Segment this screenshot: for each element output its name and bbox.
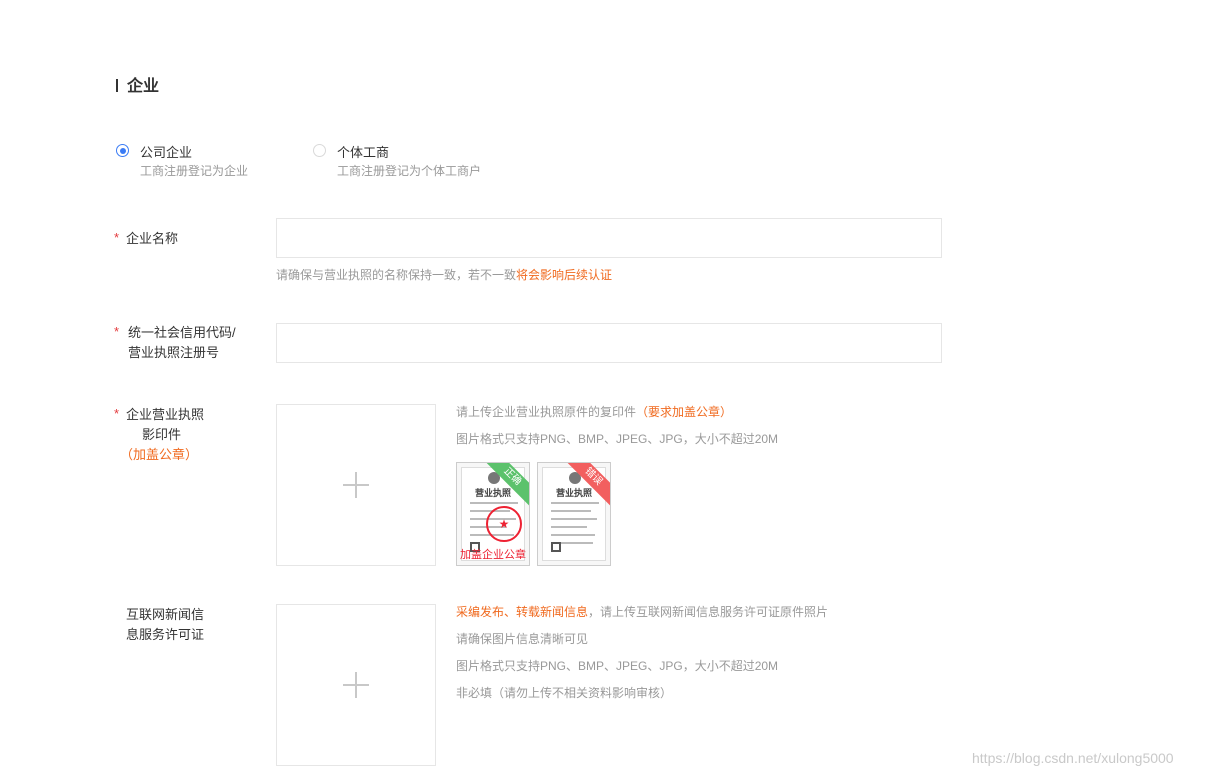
credit-code-input[interactable] [276, 323, 942, 363]
label-line: 企业营业执照 [126, 407, 205, 422]
watermark: https://blog.csdn.net/xulong5000 [972, 750, 1174, 766]
label-line: 互联网新闻信 [126, 607, 205, 622]
license-copy-label: 企业营业执照 影印件 （加盖公章） [120, 405, 216, 465]
radio-description: 工商注册登记为个体工商户 [337, 164, 482, 178]
license-upload-box[interactable] [276, 404, 436, 566]
sample-wrong-image: 营业执照 错误 [537, 462, 611, 566]
radio-label: 公司企业 [140, 145, 193, 160]
news-info-line4: 非必填（请勿上传不相关资料影响审核） [456, 686, 673, 700]
hint-warning: 将会影响后续认证 [516, 268, 613, 282]
sample-correct-image: 营业执照 ★ 正确 加盖企业公章 [456, 462, 530, 566]
news-info-line1: 采编发布、转载新闻信息，请上传互联网新闻信息服务许可证原件照片 [456, 603, 828, 620]
hint-text: 请确保与营业执照的名称保持一致，若不一致 [276, 268, 517, 282]
company-name-hint: 请确保与营业执照的名称保持一致，若不一致将会影响后续认证 [276, 266, 612, 283]
news-info-line3: 图片格式只支持PNG、BMP、JPEG、JPG，大小不超过20M [456, 659, 779, 673]
credit-code-label: 统一社会信用代码/ 营业执照注册号 [128, 323, 236, 363]
required-mark: * [114, 324, 120, 339]
radio-description: 工商注册登记为企业 [140, 164, 249, 178]
radio-label: 个体工商 [337, 145, 390, 160]
news-license-upload-box[interactable] [276, 604, 436, 766]
company-name-input[interactable] [276, 218, 942, 258]
required-mark: * [114, 230, 120, 245]
info-warning: 采编发布、转载新闻信息 [456, 605, 589, 619]
label-line: 营业执照注册号 [128, 345, 220, 360]
radio-company[interactable]: 公司企业 工商注册登记为企业 [116, 142, 276, 182]
news-info-line2: 请确保图片信息清晰可见 [456, 632, 589, 646]
radio-individual[interactable]: 个体工商 工商注册登记为个体工商户 [313, 142, 503, 182]
sample-caption: 加盖企业公章 [460, 549, 526, 561]
qr-code-icon [551, 542, 561, 552]
radio-button-checked[interactable] [116, 144, 129, 157]
label-note: （加盖公章） [120, 447, 199, 462]
info-text: ，请上传互联网新闻信息服务许可证原件照片 [588, 605, 829, 619]
seal-icon: ★ [486, 506, 522, 542]
section-title-text: 企业 [127, 78, 160, 95]
required-mark: * [114, 406, 120, 421]
license-info-line2: 图片格式只支持PNG、BMP、JPEG、JPG，大小不超过20M [456, 432, 779, 446]
label-line: 息服务许可证 [126, 627, 205, 642]
company-name-label: 企业名称 [126, 231, 179, 246]
label-line: 影印件 [142, 427, 182, 442]
news-license-label: 互联网新闻信 息服务许可证 [126, 605, 204, 645]
info-note: （要求加盖公章） [636, 405, 733, 419]
radio-button[interactable] [313, 144, 326, 157]
section-title: 企业 [116, 72, 159, 96]
license-info-line1: 请上传企业营业执照原件的复印件（要求加盖公章） [456, 403, 732, 420]
info-text: 请上传企业营业执照原件的复印件 [456, 405, 637, 419]
label-line: 统一社会信用代码/ [128, 325, 236, 340]
title-bar [116, 79, 118, 92]
